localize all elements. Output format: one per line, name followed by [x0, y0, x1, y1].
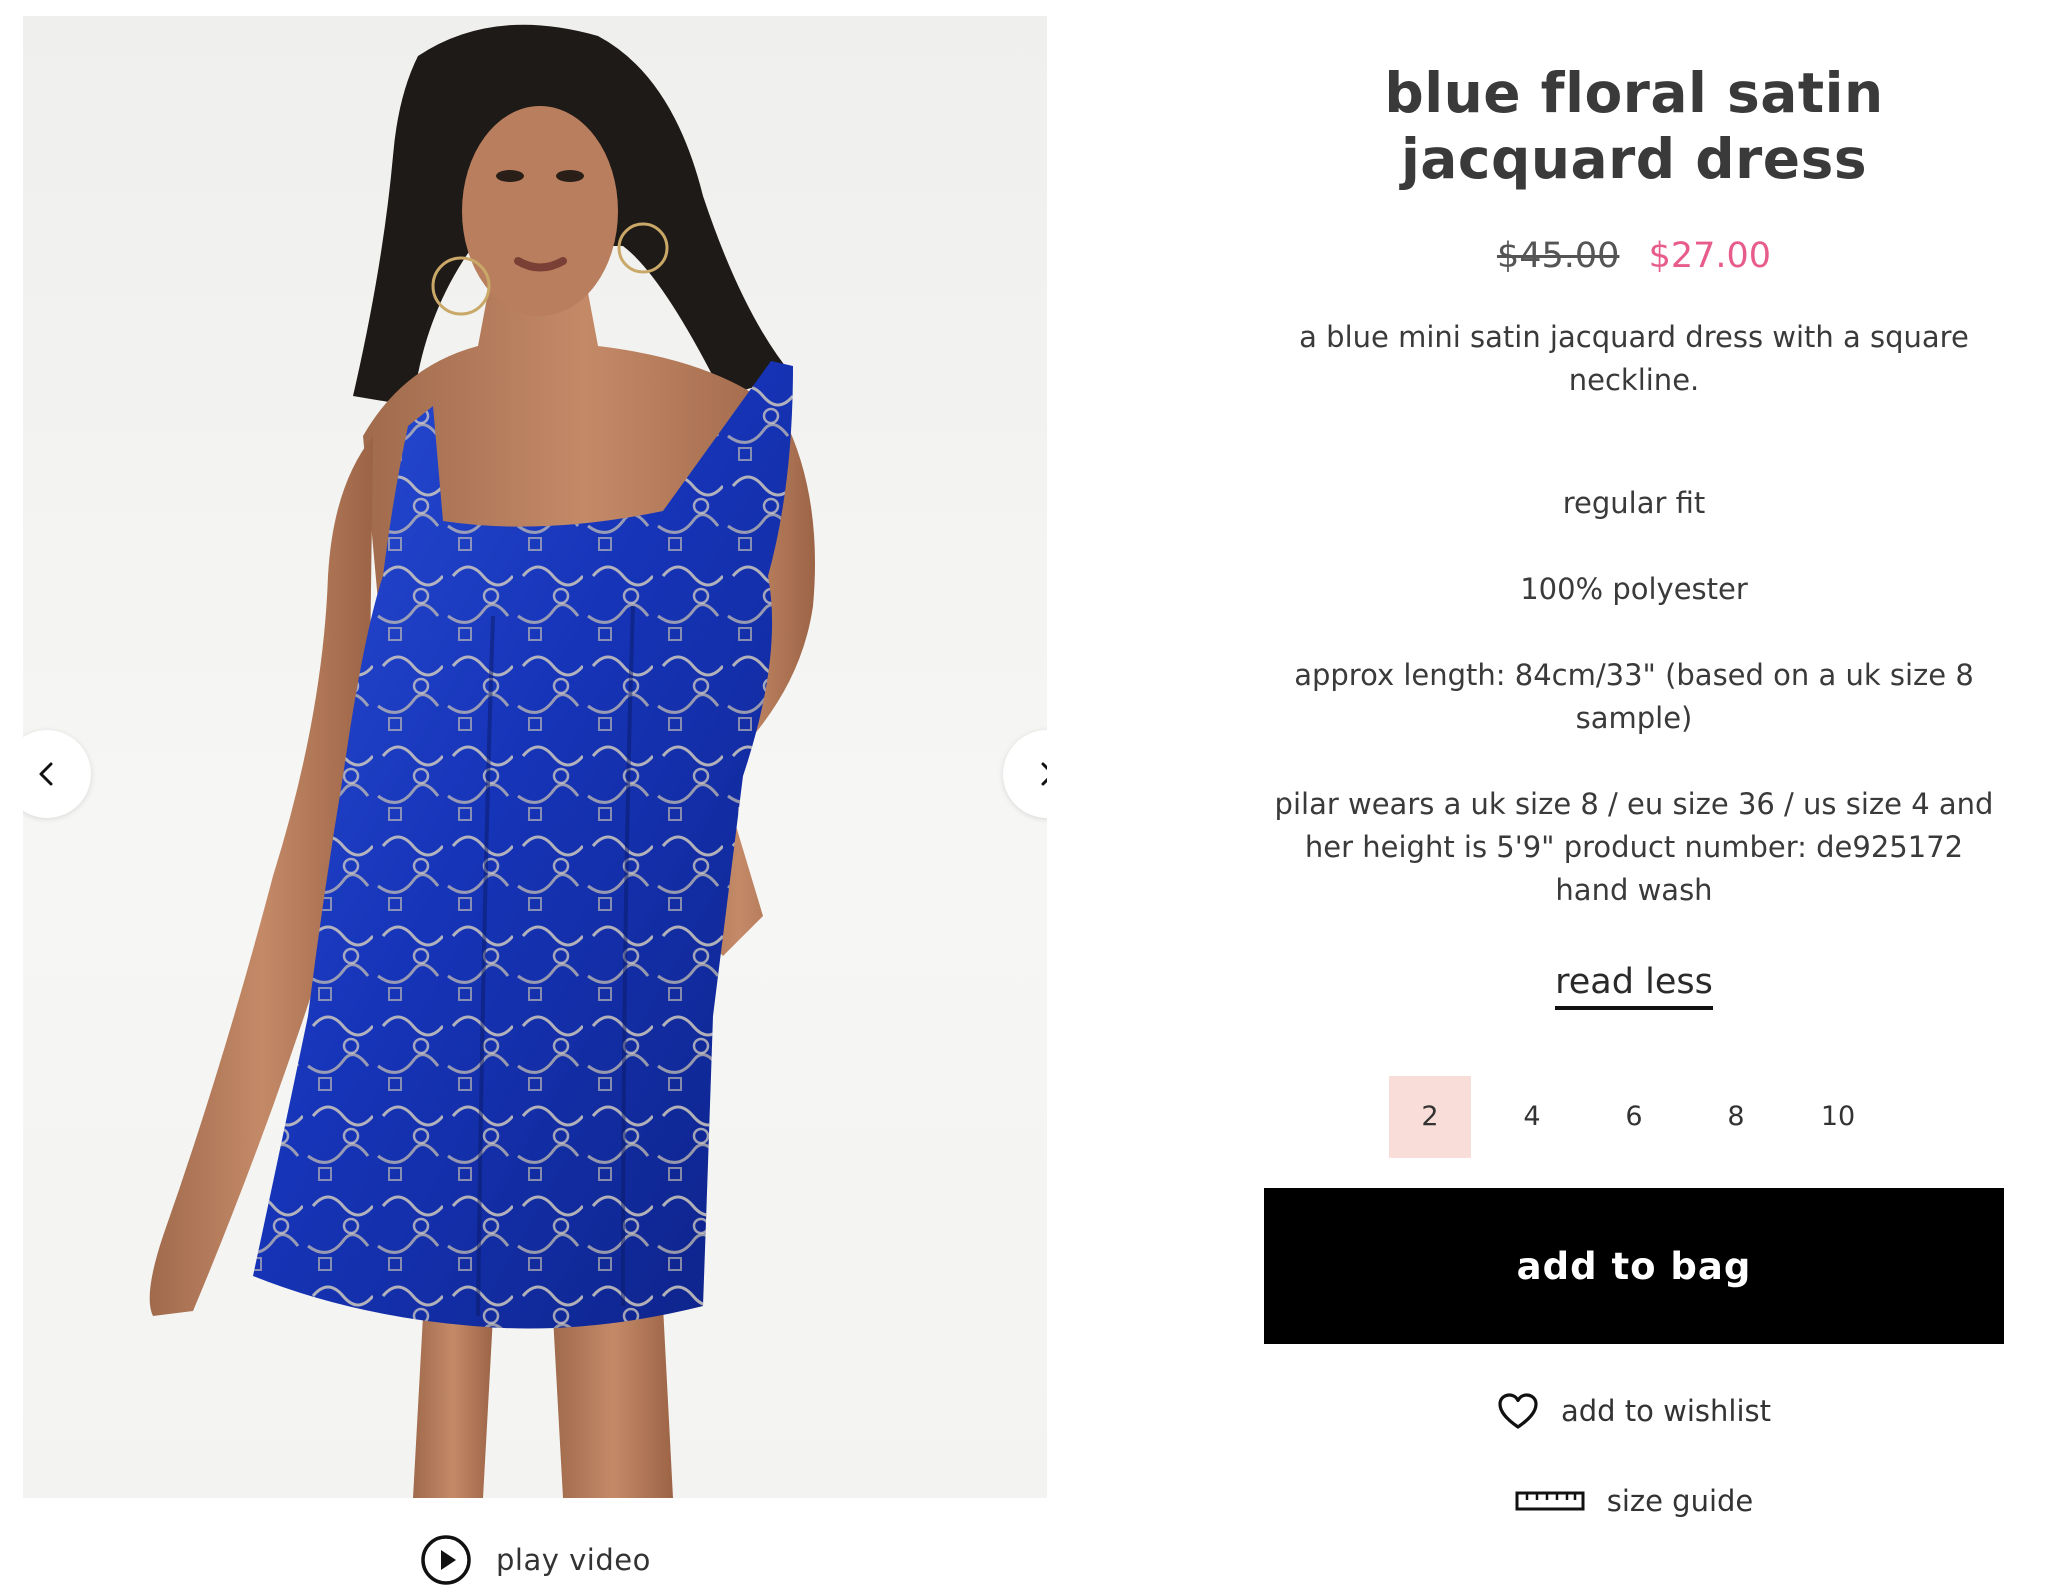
spec-material: 100% polyester — [1520, 572, 1748, 606]
play-video-label: play video — [496, 1543, 651, 1577]
size-selector: 2 4 6 8 10 — [1264, 1076, 2004, 1158]
product-title: blue floral satin jacquard dress — [1384, 61, 1884, 191]
chevron-left-icon — [39, 762, 53, 786]
price-block: $45.00 $27.00 — [1264, 236, 2004, 276]
size-option-2[interactable]: 2 — [1389, 1076, 1471, 1158]
spec-length: approx length: 84cm/33" (based on a uk s… — [1294, 658, 1974, 735]
play-video-button[interactable]: play video — [420, 1534, 651, 1586]
heart-icon — [1498, 1393, 1538, 1429]
product-photo — [149, 24, 815, 1498]
product-description: a blue mini satin jacquard dress with a … — [1299, 320, 1969, 397]
ruler-icon — [1515, 1491, 1585, 1511]
product-image-gallery[interactable] — [23, 16, 1047, 1498]
size-option-4[interactable]: 4 — [1491, 1076, 1573, 1158]
product-page: play video blue floral satin jacquard dr… — [0, 0, 2048, 1596]
product-details: blue floral satin jacquard dress $45.00 … — [1264, 60, 2004, 1518]
spec-model-info: pilar wears a uk size 8 / eu size 36 / u… — [1274, 787, 1994, 907]
size-option-6[interactable]: 6 — [1593, 1076, 1675, 1158]
chevron-right-icon — [1041, 762, 1047, 786]
product-specs: regular fit 100% polyester approx length… — [1264, 482, 2004, 912]
size-guide-link[interactable]: size guide — [1264, 1484, 2004, 1518]
size-guide-label: size guide — [1606, 1484, 1754, 1518]
add-to-bag-button[interactable]: add to bag — [1264, 1188, 2004, 1344]
original-price: $45.00 — [1496, 236, 1620, 276]
read-less-link[interactable]: read less — [1555, 962, 1713, 1010]
add-to-wishlist-label: add to wishlist — [1561, 1394, 1771, 1428]
sale-price: $27.00 — [1648, 236, 1772, 276]
play-circle-icon — [421, 1535, 471, 1585]
add-to-wishlist-button[interactable]: add to wishlist — [1264, 1392, 2004, 1430]
size-option-8[interactable]: 8 — [1695, 1076, 1777, 1158]
size-option-10[interactable]: 10 — [1797, 1076, 1879, 1158]
spec-fit: regular fit — [1562, 486, 1706, 520]
